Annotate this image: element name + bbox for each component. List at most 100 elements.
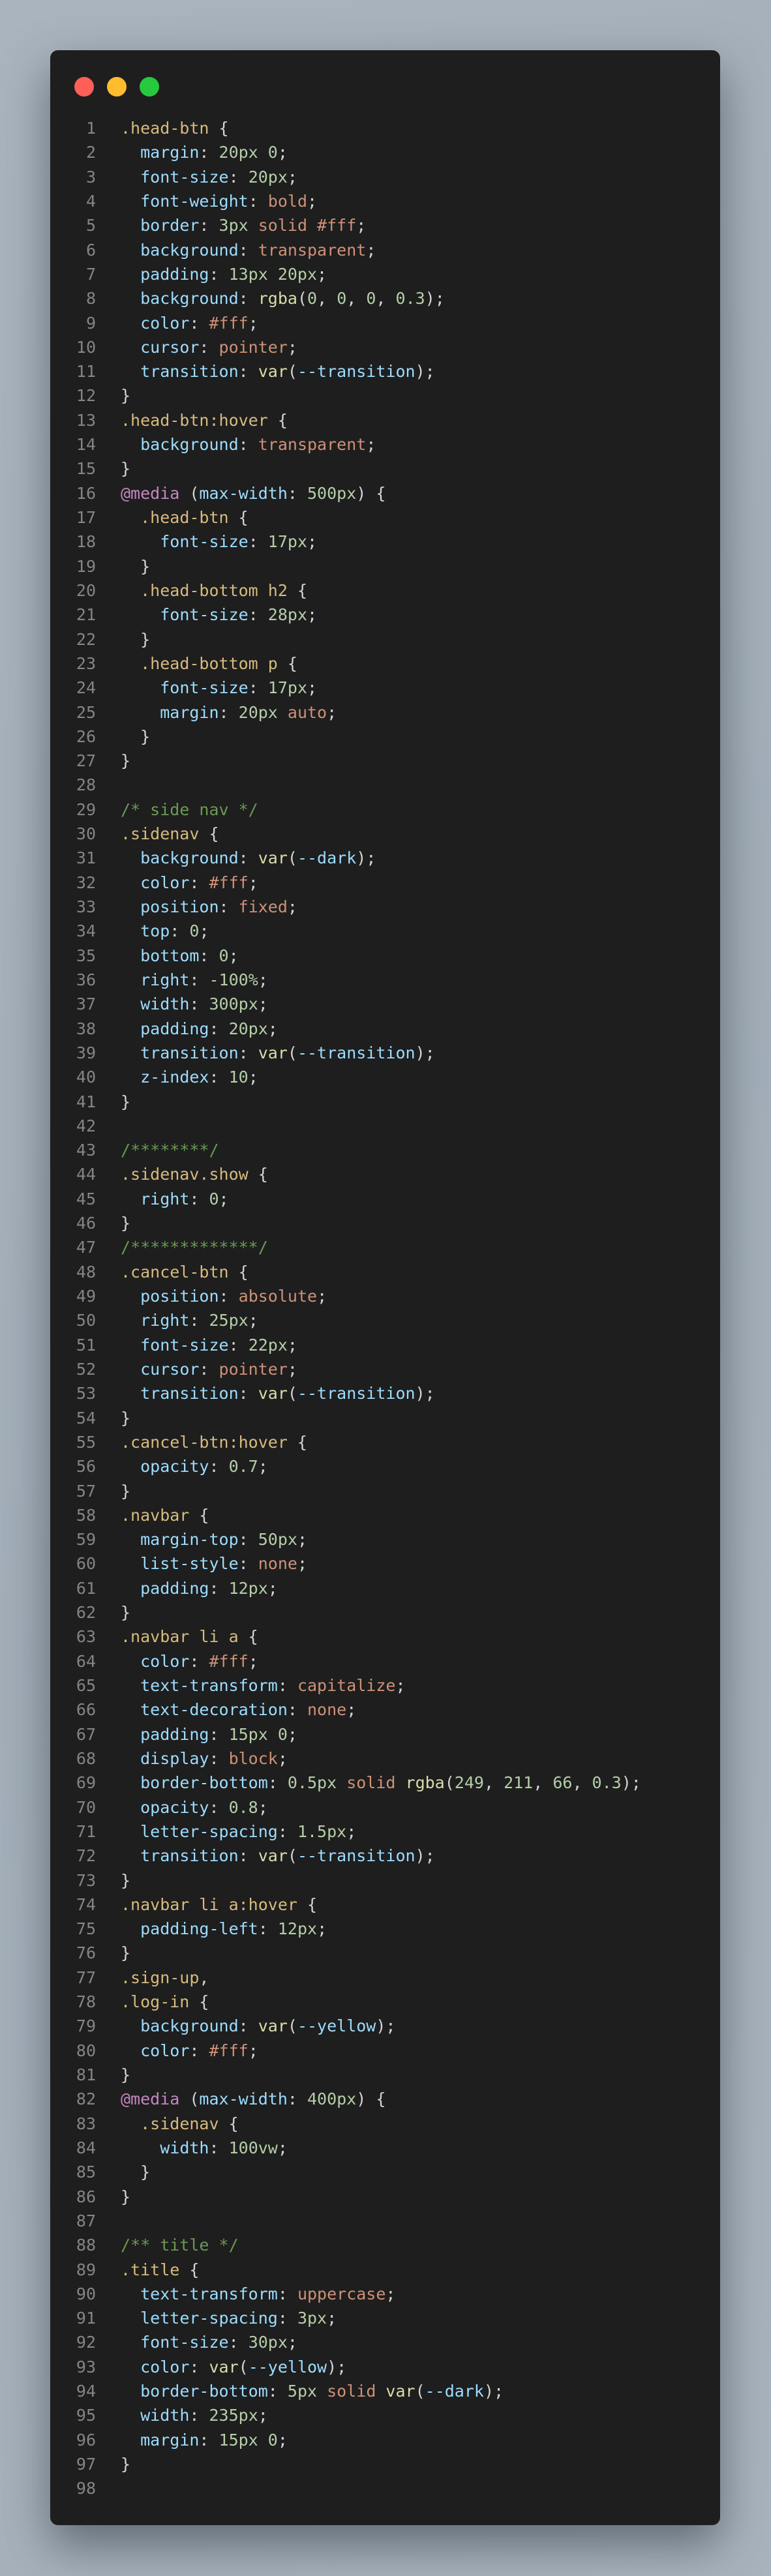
line-code: padding: 12px; [121, 1576, 278, 1600]
token-punctuation: : [248, 678, 268, 698]
code-line: 84 width: 100vw; [50, 2136, 720, 2160]
token-punctuation: ); [621, 1773, 641, 1793]
line-number: 66 [76, 1700, 96, 1720]
code-line: 15} [50, 457, 720, 481]
code-line: 95 width: 235px; [50, 2403, 720, 2427]
token-punctuation [121, 168, 140, 187]
code-line: 52 cursor: pointer; [50, 1357, 720, 1381]
line-number: 16 [76, 483, 96, 503]
token-property: padding [140, 1578, 209, 1598]
token-punctuation: ); [376, 2016, 396, 2036]
token-punctuation [121, 289, 140, 308]
line-code: letter-spacing: 1.5px; [121, 1820, 356, 1844]
token-punctuation: ; [356, 216, 367, 235]
line-code: letter-spacing: 3px; [121, 2306, 337, 2330]
token-punctuation: : [209, 1797, 229, 1817]
token-number: 0 [189, 921, 200, 941]
token-punctuation [121, 581, 140, 600]
token-punctuation: ); [327, 2357, 347, 2376]
line-number: 86 [76, 2187, 96, 2206]
code-line: 40 z-index: 10; [50, 1065, 720, 1089]
code-line: 18 font-size: 17px; [50, 530, 720, 554]
token-keyword: absolute [238, 1287, 318, 1306]
token-punctuation [121, 946, 140, 965]
token-punctuation [121, 241, 140, 260]
code-line: 77 .sign-up, [50, 1966, 720, 1990]
code-line: 49 position: absolute; [50, 1284, 720, 1308]
token-property: z-index [140, 1068, 209, 1087]
line-number: 1 [85, 119, 96, 138]
line-number: 76 [76, 1943, 96, 1963]
token-punctuation [121, 1457, 140, 1476]
line-code: .sign-up, [121, 1966, 209, 1990]
line-code: .navbar li a { [121, 1625, 258, 1649]
code-line: 62} [50, 1600, 720, 1625]
token-punctuation: { [297, 1895, 318, 1914]
token-number: 5px [287, 2382, 327, 2401]
line-number: 7 [85, 264, 96, 284]
token-property: background [140, 848, 239, 868]
token-at-rule: @media [121, 483, 180, 503]
token-number: 17px [267, 678, 308, 698]
token-property: color [140, 873, 190, 892]
token-number: 0 [366, 289, 376, 308]
code-line: 63 .navbar li a { [50, 1625, 720, 1649]
code-line: 86} [50, 2185, 720, 2209]
code-line: 71 letter-spacing: 1.5px; [50, 1820, 720, 1844]
line-code: margin-top: 50px; [121, 1527, 307, 1551]
minimize-dot-icon[interactable] [107, 77, 127, 97]
line-code: padding-left: 12px; [121, 1917, 327, 1941]
code-line: 66 text-decoration: none; [50, 1698, 720, 1722]
maximize-dot-icon[interactable] [140, 77, 159, 97]
token-number: 12px [277, 1919, 318, 1939]
line-code: .head-btn { [121, 505, 249, 530]
token-punctuation: ( [287, 1043, 297, 1062]
token-function: var [258, 1384, 288, 1403]
line-number: 79 [76, 2016, 96, 2036]
token-number: 50px [258, 1530, 297, 1550]
token-punctuation: : [267, 2382, 288, 2401]
token-punctuation: : [238, 289, 258, 308]
token-number: 15px 0 [219, 2430, 278, 2449]
token-punctuation [121, 1919, 140, 1938]
line-number: 48 [76, 1262, 96, 1281]
code-line: 37 width: 300px; [50, 992, 720, 1016]
code-line: 81} [50, 2063, 720, 2087]
code-line: 59 margin-top: 50px; [50, 1527, 720, 1551]
token-property: --dark [425, 2382, 484, 2401]
line-number: 50 [76, 1311, 96, 1330]
line-number: 22 [76, 629, 96, 649]
token-punctuation: : [258, 1919, 278, 1939]
token-number: 0.3 [395, 289, 425, 308]
line-code: @media (max-width: 500px) { [121, 481, 386, 505]
line-number: 47 [76, 1238, 96, 1257]
code-line: 22 } [50, 627, 720, 651]
token-punctuation: ( [179, 483, 200, 503]
token-property: opacity [140, 1797, 209, 1817]
token-punctuation: { [277, 653, 297, 673]
line-code: transition: var(--transition); [121, 359, 435, 383]
token-selector: .head-btn [121, 119, 209, 138]
token-punctuation [121, 216, 140, 235]
token-number: 211 [504, 1773, 534, 1793]
token-punctuation [121, 605, 160, 624]
line-code: background: rgba(0, 0, 0, 0.3); [121, 286, 445, 310]
token-comment: /** title */ [121, 2236, 239, 2255]
token-punctuation: ; [248, 873, 258, 892]
token-punctuation: : [189, 2041, 209, 2060]
token-punctuation [121, 2333, 140, 2352]
token-punctuation: , [533, 1773, 553, 1793]
line-number: 19 [76, 556, 96, 576]
token-number: 20px [238, 702, 288, 722]
close-dot-icon[interactable] [74, 77, 94, 97]
line-number: 55 [76, 1432, 96, 1452]
token-punctuation: { [209, 119, 229, 138]
token-property: --dark [297, 848, 357, 868]
token-punctuation: : [238, 1384, 258, 1403]
code-line: 38 padding: 20px; [50, 1017, 720, 1041]
token-selector: .sidenav.show [121, 1165, 249, 1184]
token-punctuation: : [238, 1846, 258, 1866]
line-code: text-transform: capitalize; [121, 1673, 405, 1698]
token-selector: .head-bottom h2 [140, 580, 288, 600]
token-number: 28px [267, 605, 308, 625]
